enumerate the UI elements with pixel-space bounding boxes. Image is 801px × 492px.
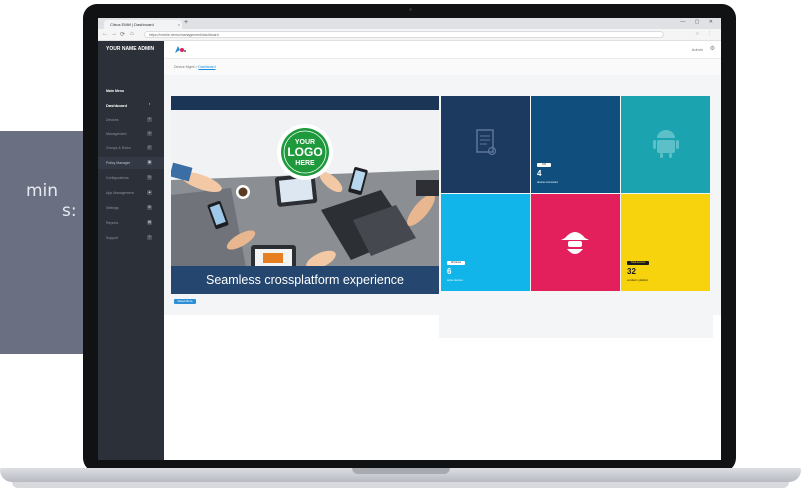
tile-badge: iOS <box>537 163 551 167</box>
tile-windows[interactable]: Windows 6 active devices <box>441 194 530 291</box>
tile-value: 32 <box>627 267 636 276</box>
reload-icon[interactable]: ⟳ <box>120 31 125 38</box>
plus-icon: + <box>147 117 152 122</box>
tiles-panel-footer <box>439 294 713 338</box>
logo-text-line-3: HERE <box>295 160 315 167</box>
help-icon: ? <box>147 235 152 240</box>
folder-icon: ▪ <box>148 102 151 106</box>
sidebar-item-label: Reports <box>106 221 119 225</box>
breadcrumb-current[interactable]: Dashboard <box>198 65 215 69</box>
browser-tab-bar: Citrus EMM | Dashboard × + — ▢ ✕ <box>98 18 721 29</box>
sidebar-item-label: Management <box>106 132 127 136</box>
document-icon <box>476 129 497 156</box>
banner-caption: Seamless crossplatform experience <box>206 273 404 287</box>
check-icon: ✓ <box>147 145 152 150</box>
promo-banner-card: YOUR LOGO HERE Seamless crossplatform ex… <box>171 96 439 294</box>
tab-title: Citrus EMM | Dashboard <box>110 22 154 27</box>
sidebar-item-label: Settings <box>106 206 119 210</box>
tile-value: 4 <box>537 169 542 178</box>
tile-caption: devices connected <box>537 181 558 184</box>
back-arrow-icon[interactable]: ← <box>102 31 108 37</box>
sidebar-item-label: Configurations <box>106 176 129 180</box>
tile-total[interactable]: Total devices 32 enrolled in platform <box>621 194 710 291</box>
breadcrumb-trail: Device Mgmt > Dashboard <box>174 65 216 69</box>
admin-user-label[interactable]: Admin <box>692 47 703 52</box>
agent-icon <box>561 232 589 254</box>
sidebar-item-policy[interactable]: Policy Manager ▣ <box>98 157 164 169</box>
laptop-notch <box>352 468 450 474</box>
sidebar-item-configurations[interactable]: Configurations ↻ <box>98 172 164 184</box>
read-more-button[interactable]: Read More <box>174 299 196 304</box>
sidebar-item-settings[interactable]: Settings ⚙ <box>98 202 164 214</box>
sidebar-item-groups[interactable]: Groups & Roles ✓ <box>98 142 164 154</box>
tile-agent[interactable] <box>531 194 620 291</box>
promo-line-2: s: <box>62 201 77 221</box>
sidebar-item-reports[interactable]: Reports ▤ <box>98 217 164 229</box>
forward-arrow-icon[interactable]: → <box>111 31 117 37</box>
url-input[interactable]: https://mobile-demo/management/dashboard <box>144 31 664 38</box>
sidebar-item-label: Support <box>106 236 119 240</box>
tile-ios[interactable]: iOS 4 devices connected <box>531 96 620 193</box>
tile-value: 6 <box>447 267 452 276</box>
square-icon: ▣ <box>147 160 152 165</box>
promo-line-1: min <box>26 181 59 201</box>
sidebar-item-label: App Management <box>106 191 134 195</box>
browser-address-bar: ← → ⟳ ⌂ https://mobile-demo/management/d… <box>98 29 721 41</box>
window-controls[interactable]: — ▢ ✕ <box>680 19 717 25</box>
sidebar-item-label: Policy Manager <box>106 161 131 165</box>
sidebar-item-dashboard[interactable]: Dashboard ▪ <box>98 99 164 111</box>
promo-panel: min s: <box>0 131 86 354</box>
tile-caption: enrolled in platform <box>627 279 649 282</box>
tile-android[interactable] <box>621 96 710 193</box>
tile-badge: Total devices <box>627 261 649 265</box>
laptop-shadow <box>12 482 789 488</box>
banner-caption-bar: Seamless crossplatform experience <box>171 266 439 294</box>
sidebar-section-label: Main Menu <box>106 89 125 93</box>
settings-gear-icon[interactable]: ⚙ <box>710 45 715 52</box>
list-icon: ≡ <box>147 131 152 136</box>
banner-header-strip <box>171 96 439 110</box>
app-logo-icon[interactable] <box>174 44 186 54</box>
tab-close-icon[interactable]: × <box>178 20 180 29</box>
sidebar: YOUR NAME ADMIN Main Menu Dashboard ▪ De… <box>98 41 164 460</box>
refresh-icon: ↻ <box>147 175 152 180</box>
banner-illustration: YOUR LOGO HERE Seamless crossplatform ex… <box>171 110 439 294</box>
android-icon <box>653 130 679 158</box>
promo-text: min s: <box>0 181 77 221</box>
gear-icon: ⚙ <box>147 205 152 210</box>
home-icon[interactable]: ⌂ <box>130 31 134 37</box>
sidebar-item-label: Dashboard <box>106 103 127 108</box>
app-header: Admin ⚙ <box>164 41 721 59</box>
breadcrumb-home[interactable]: Device Mgmt > <box>174 65 197 69</box>
sidebar-item-apps[interactable]: App Management ▲ <box>98 187 164 199</box>
sidebar-item-label: Groups & Roles <box>106 146 131 150</box>
logo-text-line-2: LOGO <box>287 145 322 159</box>
browser-tab[interactable]: Citrus EMM | Dashboard × <box>104 20 182 29</box>
upload-icon: ▲ <box>147 190 152 195</box>
browser-menu-icons[interactable]: ☆ ⋮ <box>695 31 715 37</box>
camera-dot <box>409 8 412 11</box>
stats-tiles: iOS 4 devices connected Windows 6 active… <box>441 96 711 292</box>
tile-caption: active devices <box>447 279 463 282</box>
breadcrumb: Device Mgmt > Dashboard <box>164 59 721 75</box>
tile-documents[interactable] <box>441 96 530 193</box>
laptop-screen: Citrus EMM | Dashboard × + — ▢ ✕ ← → ⟳ ⌂… <box>98 18 721 460</box>
sidebar-item-devices[interactable]: Devices + <box>98 114 164 126</box>
tile-badge: Windows <box>447 261 465 265</box>
report-icon: ▤ <box>147 220 152 225</box>
new-tab-button[interactable]: + <box>184 19 188 26</box>
sidebar-item-label: Devices <box>106 118 119 122</box>
sidebar-item-support[interactable]: Support ? <box>98 232 164 244</box>
sidebar-item-management[interactable]: Management ≡ <box>98 128 164 140</box>
sidebar-brand[interactable]: YOUR NAME ADMIN <box>106 47 156 52</box>
